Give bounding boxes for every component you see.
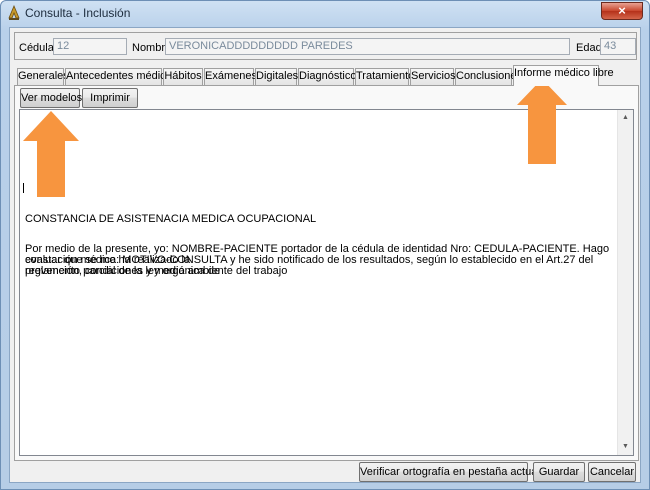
nombre-field[interactable]: VERONICADDDDDDDDD PAREDES	[165, 38, 570, 55]
dialog-footer: Verificar ortografía en pestaña actual G…	[10, 460, 640, 482]
tab-informe-medico-libre[interactable]: Informe médico libre	[513, 65, 614, 86]
annotation-arrow-shape	[23, 111, 79, 197]
cedula-field[interactable]: 12	[53, 38, 127, 55]
title-bar[interactable]: Consulta - Inclusión ×	[1, 1, 649, 25]
tab-tratamiento[interactable]: Tratamiento	[355, 68, 414, 85]
tab-antecedentes-medicos[interactable]: Antecedentes médicos	[65, 68, 177, 85]
annotation-arrow-ver-modelos	[23, 111, 79, 197]
close-icon: ×	[618, 3, 626, 18]
spellcheck-button[interactable]: Verificar ortografía en pestaña actual	[359, 462, 540, 482]
tab-habitos[interactable]: Hábitos	[163, 68, 203, 85]
imprimir-button[interactable]: Imprimir	[82, 88, 138, 108]
close-button[interactable]: ×	[601, 2, 643, 20]
cancel-button[interactable]: Cancelar	[588, 462, 636, 482]
scroll-down-arrow-icon[interactable]: ▼	[618, 439, 633, 455]
report-heading: CONSTANCIA DE ASISTENACIA MEDICA OCUPACI…	[25, 213, 317, 225]
ver-modelos-button[interactable]: Ver modelos	[20, 88, 82, 108]
save-button[interactable]: Guardar	[533, 462, 585, 482]
tab-examenes[interactable]: Exámenes	[204, 68, 257, 85]
scroll-up-arrow-icon[interactable]: ▲	[618, 110, 633, 126]
app-icon	[8, 5, 20, 20]
edad-label: Edad	[576, 42, 602, 54]
cedula-label: Cédula	[19, 42, 54, 54]
tab-digitales[interactable]: Digitales	[255, 68, 298, 85]
tab-diagnostico[interactable]: Diagnóstico	[298, 68, 356, 85]
window-title: Consulta - Inclusión	[25, 6, 131, 20]
report-line-3: prevención, condiciones y medio ambiente…	[25, 265, 288, 277]
tab-generales[interactable]: Generales	[17, 68, 69, 85]
tab-conclusiones[interactable]: Conclusiones	[455, 68, 522, 85]
patient-info-bar: Cédula 12 Nombre VERONICADDDDDDDDD PARED…	[14, 32, 637, 60]
annotation-arrow-shape	[517, 79, 567, 164]
tab-strip: Generales Antecedentes médicos Hábitos E…	[14, 65, 639, 86]
edad-field[interactable]: 43	[600, 38, 636, 55]
annotation-arrow-informe-tab	[517, 79, 567, 164]
consulta-window: Consulta - Inclusión × Cédula 12 Nombre …	[0, 0, 650, 490]
vertical-scrollbar[interactable]: ▲ ▼	[617, 110, 633, 455]
tab-servicios[interactable]: Servicios	[410, 68, 456, 85]
